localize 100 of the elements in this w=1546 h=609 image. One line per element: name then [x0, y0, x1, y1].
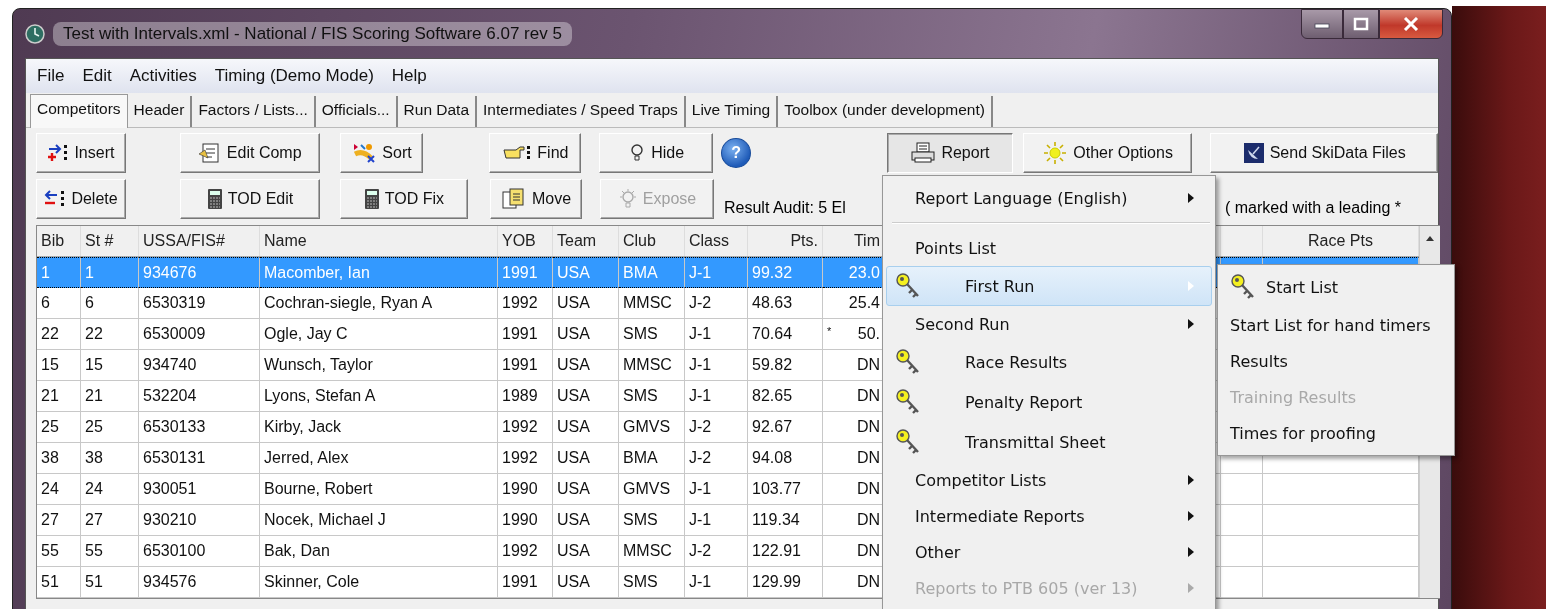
- button-label: Hide: [651, 144, 685, 162]
- button-label: Find: [537, 144, 569, 162]
- menu-item[interactable]: Second Run: [886, 306, 1212, 342]
- toolbar-button[interactable]: Find: [489, 133, 582, 173]
- audit-note: ( marked with a leading *: [1225, 199, 1402, 218]
- table-cell: MMSC: [619, 536, 685, 567]
- close-button[interactable]: [1379, 9, 1443, 39]
- menu-item[interactable]: Edit: [75, 66, 119, 86]
- toolbar-button[interactable]: Move: [490, 179, 582, 219]
- tab[interactable]: Run Data: [397, 96, 478, 127]
- toolbar-button[interactable]: Delete: [36, 179, 126, 219]
- menu-item[interactable]: Report Language (English): [886, 180, 1212, 216]
- table-cell: J-1: [685, 567, 748, 598]
- table-cell: 25: [81, 412, 139, 443]
- table-cell: 70.64: [748, 319, 823, 350]
- table-cell: USA: [553, 536, 619, 567]
- lightbulb-icon: [617, 188, 638, 210]
- tab[interactable]: Intermediates / Speed Traps: [477, 96, 686, 127]
- menu-item[interactable]: Intermediate Reports: [886, 498, 1212, 534]
- menu-item[interactable]: Other: [886, 534, 1212, 570]
- menu-item[interactable]: Penalty Report: [886, 382, 1212, 422]
- table-cell: 1990: [498, 474, 553, 505]
- toolbar-button[interactable]: Edit Comp: [179, 133, 320, 173]
- table-cell: 1989: [498, 381, 553, 412]
- table-cell: J-1: [685, 319, 748, 350]
- tab[interactable]: Header: [127, 96, 193, 127]
- tab[interactable]: Officials...: [315, 96, 398, 127]
- table-cell: 930051: [139, 474, 260, 505]
- button-label: Insert: [74, 144, 115, 162]
- table-cell: 24: [37, 474, 81, 505]
- toolbar-button[interactable]: Hide: [599, 133, 714, 173]
- menu-item[interactable]: Start List for hand timers: [1221, 307, 1451, 343]
- submenu-arrow-icon: [1187, 280, 1195, 292]
- menu-item[interactable]: File: [30, 66, 72, 86]
- table-cell: 6: [81, 288, 139, 319]
- menu-item[interactable]: Timing (Demo Mode): [207, 66, 381, 86]
- table-cell: J-1: [685, 257, 748, 288]
- column-header[interactable]: St #: [81, 226, 139, 256]
- button-label: Move: [531, 190, 572, 208]
- menu-item[interactable]: Points List: [886, 230, 1212, 266]
- column-header[interactable]: Class: [685, 226, 748, 256]
- table-cell: BMA: [619, 443, 685, 474]
- table-cell: 1990: [498, 505, 553, 536]
- column-header[interactable]: Bib: [37, 226, 81, 256]
- toolbar-button[interactable]: TOD Fix: [340, 179, 468, 219]
- button-label: TOD Fix: [384, 190, 445, 208]
- minimize-button[interactable]: [1301, 9, 1343, 39]
- maximize-button[interactable]: [1343, 9, 1379, 39]
- toolbar-button[interactable]: Other Options: [1022, 133, 1193, 173]
- toolbar-button[interactable]: TOD Edit: [180, 179, 320, 219]
- tab[interactable]: Toolbox (under development): [778, 96, 993, 127]
- table-cell: 27: [81, 505, 139, 536]
- table-cell: USA: [553, 288, 619, 319]
- calculator-icon: [206, 188, 223, 210]
- menu-item[interactable]: Times for proofing: [1221, 415, 1451, 451]
- menu-item[interactable]: Race Results: [886, 342, 1212, 382]
- submenu-arrow-icon: [1187, 582, 1195, 594]
- table-cell: 82.65: [748, 381, 823, 412]
- sun-icon: [1042, 141, 1069, 165]
- table-cell: 48.63: [748, 288, 823, 319]
- menu-item[interactable]: Help: [384, 66, 434, 86]
- table-cell: 1992: [498, 443, 553, 474]
- tab[interactable]: Competitors: [30, 94, 128, 128]
- table-cell: SMS: [619, 319, 685, 350]
- pointing-hand-icon: [502, 144, 533, 162]
- toolbar-button[interactable]: Insert: [36, 133, 126, 173]
- tab[interactable]: Live Timing: [685, 96, 779, 127]
- column-header[interactable]: Pts.: [748, 226, 823, 256]
- clock-icon: [25, 23, 45, 44]
- toolbar-button[interactable]: Send SkiData Files: [1210, 133, 1438, 173]
- column-header[interactable]: Club: [619, 226, 685, 256]
- menu-item[interactable]: Start List: [1221, 267, 1451, 307]
- toolbar-button[interactable]: Sort: [339, 133, 424, 173]
- column-header[interactable]: USSA/FIS#: [139, 226, 260, 256]
- menu-item[interactable]: Activities: [122, 66, 204, 86]
- column-header[interactable]: YOB: [498, 226, 553, 256]
- table-cell: 1991: [498, 319, 553, 350]
- table-cell: 21: [37, 381, 81, 412]
- menu-item[interactable]: First Run: [886, 266, 1212, 306]
- table-cell: J-1: [685, 381, 748, 412]
- column-header[interactable]: Name: [260, 226, 498, 256]
- menu-item[interactable]: Results: [1221, 343, 1451, 379]
- table-cell: SMS: [619, 567, 685, 598]
- toolbar-button[interactable]: Report: [887, 133, 1013, 173]
- table-cell: 6530009: [139, 319, 260, 350]
- table-cell: 55: [37, 536, 81, 567]
- menu-item[interactable]: Competitor Lists: [886, 462, 1212, 498]
- table-cell: 930210: [139, 505, 260, 536]
- table-cell: Jerred, Alex: [260, 443, 498, 474]
- table-cell: 25: [37, 412, 81, 443]
- table-cell: 6: [37, 288, 81, 319]
- table-cell: USA: [553, 319, 619, 350]
- column-header[interactable]: Team: [553, 226, 619, 256]
- menu-item[interactable]: Transmittal Sheet: [886, 422, 1212, 462]
- table-cell: USA: [553, 567, 619, 598]
- table-cell: 6530319: [139, 288, 260, 319]
- table-cell: BMA: [619, 257, 685, 288]
- tab[interactable]: Factors / Lists...: [192, 96, 316, 127]
- table-cell: 532204: [139, 381, 260, 412]
- table-cell: Macomber, Ian: [260, 257, 498, 288]
